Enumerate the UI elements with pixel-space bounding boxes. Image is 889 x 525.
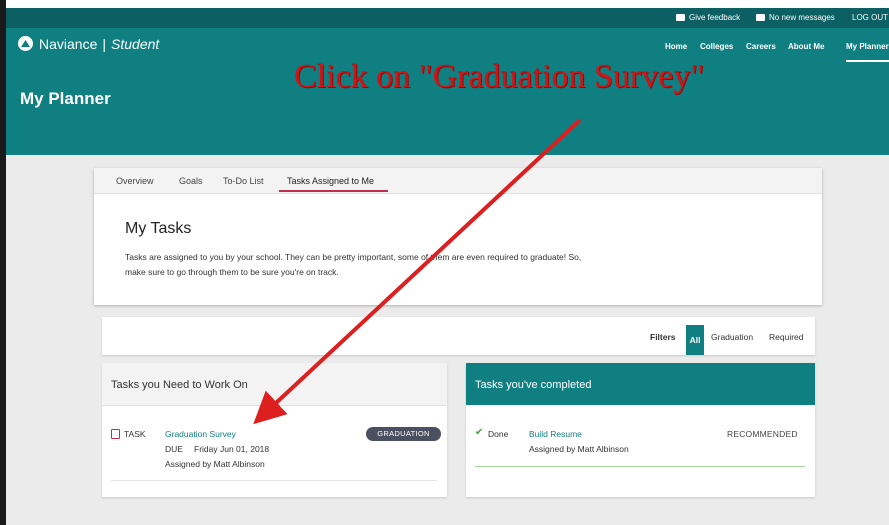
tasks-completed-card: Tasks you've completed ✔ Done Build Resu…	[466, 363, 815, 497]
my-tasks-description: Tasks are assigned to you by your school…	[125, 252, 582, 277]
graduation-survey-link[interactable]: Graduation Survey	[165, 429, 236, 439]
clipboard-icon	[111, 429, 120, 439]
page-title: My Planner	[20, 89, 111, 108]
tab-todo-list[interactable]: To-Do List	[223, 176, 264, 186]
build-resume-link[interactable]: Build Resume	[529, 429, 582, 439]
envelope-icon	[756, 14, 765, 21]
nav-home[interactable]: Home	[665, 42, 687, 51]
brand-separator: |	[102, 36, 107, 52]
due-label: DUE	[165, 444, 183, 454]
messages-link[interactable]: No new messages	[756, 13, 835, 22]
checkmark-icon: ✔	[475, 427, 484, 438]
completed-assigned-by: Assigned by Matt Albinson	[529, 444, 629, 454]
window-top-border	[0, 0, 889, 8]
task-divider	[111, 480, 437, 481]
task-assigned-by: Assigned by Matt Albinson	[165, 459, 265, 469]
planner-tabs: Overview Goals To-Do List Tasks Assigned…	[94, 168, 822, 194]
chat-bubble-icon	[676, 14, 685, 21]
filter-graduation-button[interactable]: Graduation	[711, 332, 753, 342]
my-tasks-card: Overview Goals To-Do List Tasks Assigned…	[94, 168, 822, 305]
naviance-logo-icon	[18, 36, 33, 51]
brand-subtitle: Student	[111, 36, 160, 52]
recommended-tag: RECOMMENDED	[727, 429, 798, 439]
tasks-to-work-on-header: Tasks you Need to Work On	[102, 363, 447, 406]
completed-divider	[475, 466, 805, 467]
active-tab-indicator	[279, 190, 388, 192]
graduation-badge: GRADUATION	[366, 427, 441, 441]
nav-careers[interactable]: Careers	[746, 42, 776, 51]
my-tasks-heading: My Tasks	[125, 220, 192, 237]
tab-overview[interactable]: Overview	[116, 176, 154, 186]
tasks-to-work-on-title: Tasks you Need to Work On	[111, 379, 248, 391]
due-date: Friday Jun 01, 2018	[194, 444, 270, 454]
filter-required-button[interactable]: Required	[769, 332, 804, 342]
tab-tasks-assigned[interactable]: Tasks Assigned to Me	[287, 176, 374, 186]
logout-link[interactable]: LOG OUT	[852, 13, 888, 22]
utility-bar: Give feedback No new messages LOG OUT	[6, 8, 889, 28]
nav-active-indicator	[846, 60, 889, 62]
nav-my-planner[interactable]: My Planner	[846, 42, 889, 51]
brand-logo[interactable]: Naviance | Student	[18, 36, 159, 52]
nav-about-me[interactable]: About Me	[788, 42, 824, 51]
filters-label: Filters	[650, 332, 676, 342]
instruction-annotation: Click on "Graduation Survey"	[294, 58, 705, 95]
tab-goals[interactable]: Goals	[179, 176, 203, 186]
tasks-completed-title: Tasks you've completed	[475, 379, 592, 391]
task-type-label: TASK	[124, 429, 146, 439]
tasks-to-work-on-card: Tasks you Need to Work On TASK Graduatio…	[102, 363, 447, 497]
nav-colleges[interactable]: Colleges	[700, 42, 733, 51]
brand-name: Naviance	[39, 36, 98, 52]
tasks-completed-header: Tasks you've completed	[466, 363, 815, 405]
filters-bar: Filters All Graduation Required	[102, 317, 815, 355]
give-feedback-link[interactable]: Give feedback	[676, 13, 740, 22]
filter-all-button[interactable]: All	[686, 325, 704, 355]
done-status-label: Done	[488, 429, 509, 439]
